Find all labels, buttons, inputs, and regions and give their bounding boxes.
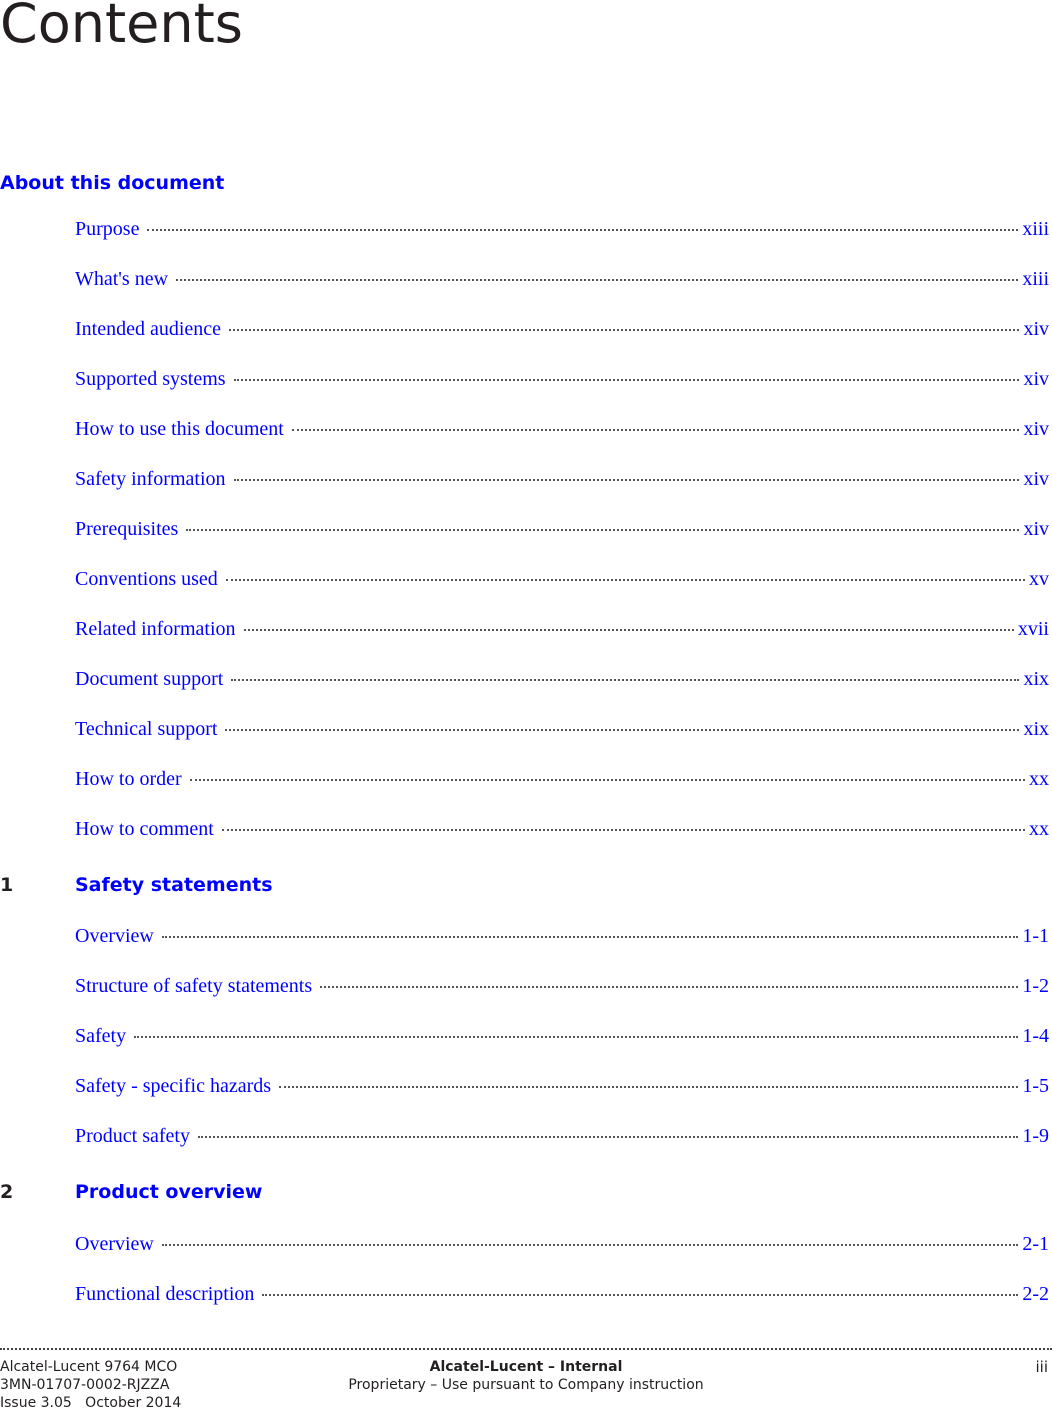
dot-leader [243, 629, 1014, 631]
toc-entry-page: 1-9 [1022, 1125, 1049, 1147]
footer-issue: Issue 3.05 October 2014 [0, 1395, 182, 1411]
footer-page-number: iii [1035, 1358, 1048, 1376]
toc-entry[interactable]: Overview 2-1 [75, 1233, 1049, 1256]
toc-entry-label: Overview [75, 925, 154, 947]
toc-entry-label: Supported systems [75, 368, 226, 390]
page-title: Contents [0, 0, 243, 55]
toc-entry[interactable]: How to use this document xiv [75, 418, 1049, 441]
toc-entry[interactable]: Technical support xix [75, 718, 1049, 741]
footer-classification: Alcatel-Lucent – Internal [429, 1359, 623, 1375]
dot-leader [233, 479, 1020, 481]
footer-divider [0, 1348, 1052, 1350]
toc-entry-page: 1-4 [1022, 1025, 1049, 1047]
dot-leader [161, 936, 1019, 938]
dot-leader [262, 1294, 1019, 1296]
toc-entry-page: xx [1029, 818, 1049, 840]
toc-entry-label: How to comment [75, 818, 214, 840]
section-heading-about[interactable]: About this document [0, 172, 224, 194]
toc-entry-page: 1-5 [1022, 1075, 1049, 1097]
toc-entry[interactable]: Functional description 2-2 [75, 1283, 1049, 1306]
dot-leader [233, 379, 1020, 381]
toc-entry-label: Intended audience [75, 318, 222, 340]
toc-entry-label: Safety information [75, 468, 226, 490]
dot-leader [176, 279, 1019, 281]
toc-entry[interactable]: Product safety 1-9 [75, 1125, 1049, 1148]
toc-entry[interactable]: Structure of safety statements 1-2 [75, 975, 1049, 998]
toc-entry[interactable]: Document support xix [75, 668, 1049, 691]
toc-entry-page: 1-1 [1022, 925, 1049, 947]
toc-entry[interactable]: Intended audience xiv [75, 318, 1049, 341]
toc-entry-label: Product safety [75, 1125, 190, 1147]
toc-entry-page: xix [1023, 668, 1049, 690]
section-number: 1 [0, 874, 14, 896]
toc-entry[interactable]: What's new xiii [75, 268, 1049, 291]
dot-leader [231, 679, 1020, 681]
toc-entry-page: xiii [1022, 218, 1049, 240]
section-heading-label: Safety statements [75, 874, 273, 896]
dot-leader [197, 1136, 1019, 1138]
toc-entry[interactable]: How to comment xx [75, 818, 1049, 841]
dot-leader [320, 986, 1019, 988]
toc-entry[interactable]: Prerequisites xiv [75, 518, 1049, 541]
toc-entry-label: Technical support [75, 718, 218, 740]
dot-leader [147, 229, 1019, 231]
toc-entry-page: xiv [1023, 468, 1049, 490]
section-number: 2 [0, 1181, 14, 1203]
toc-entry-page: xv [1029, 568, 1049, 590]
footer-notice: Proprietary – Use pursuant to Company in… [348, 1377, 704, 1393]
dot-leader [189, 779, 1025, 781]
toc-entry[interactable]: Supported systems xiv [75, 368, 1049, 391]
toc-entry-page: 2-2 [1022, 1283, 1049, 1305]
dot-leader [221, 829, 1025, 831]
toc-entry-page: xiv [1023, 318, 1049, 340]
section-heading-1[interactable]: 1 Safety statements [0, 874, 273, 896]
toc-entry[interactable]: Safety information xiv [75, 468, 1049, 491]
toc-entry-label: Safety - specific hazards [75, 1075, 272, 1097]
dot-leader [161, 1244, 1019, 1246]
toc-entry-page: xiv [1023, 368, 1049, 390]
toc-entry-label: Purpose [75, 218, 140, 240]
toc-entry[interactable]: Overview 1-1 [75, 925, 1049, 948]
toc-entry-page: xvii [1017, 618, 1049, 640]
toc-entry-label: How to use this document [75, 418, 284, 440]
toc-entry[interactable]: Safety - specific hazards 1-5 [75, 1075, 1049, 1098]
dot-leader [225, 729, 1020, 731]
toc-entry-label: Related information [75, 618, 236, 640]
toc-entry[interactable]: Conventions used xv [75, 568, 1049, 591]
toc-entry-label: How to order [75, 768, 182, 790]
toc-entry-label: What's new [75, 268, 169, 290]
dot-leader [229, 329, 1020, 331]
toc-entry[interactable]: How to order xx [75, 768, 1049, 791]
section-heading-label: Product overview [75, 1181, 263, 1203]
toc-entry-page: xix [1023, 718, 1049, 740]
toc-entry-page: 2-1 [1022, 1233, 1049, 1255]
toc-entry-label: Prerequisites [75, 518, 179, 540]
toc-entry[interactable]: Safety 1-4 [75, 1025, 1049, 1048]
toc-entry-page: xiii [1022, 268, 1049, 290]
toc-entry-label: Conventions used [75, 568, 218, 590]
section-heading-label: About this document [0, 172, 225, 194]
dot-leader [134, 1036, 1019, 1038]
toc-entry[interactable]: Related information xvii [75, 618, 1049, 641]
toc-entry-label: Document support [75, 668, 224, 690]
toc-entry-page: xiv [1023, 518, 1049, 540]
dot-leader [186, 529, 1020, 531]
footer-center: Alcatel-Lucent – Internal Proprietary – … [0, 1358, 1052, 1394]
toc-entry-label: Structure of safety statements [75, 975, 313, 997]
toc-entry-page: 1-2 [1022, 975, 1049, 997]
toc-entry-label: Safety [75, 1025, 127, 1047]
toc-entry-page: xiv [1023, 418, 1049, 440]
toc-entry-page: xx [1029, 768, 1049, 790]
toc-entry-label: Overview [75, 1233, 154, 1255]
section-heading-2[interactable]: 2 Product overview [0, 1181, 262, 1203]
toc-entry-label: Functional description [75, 1283, 255, 1305]
dot-leader [225, 579, 1025, 581]
dot-leader [291, 429, 1020, 431]
toc-entry[interactable]: Purpose xiii [75, 218, 1049, 241]
dot-leader [279, 1086, 1019, 1088]
